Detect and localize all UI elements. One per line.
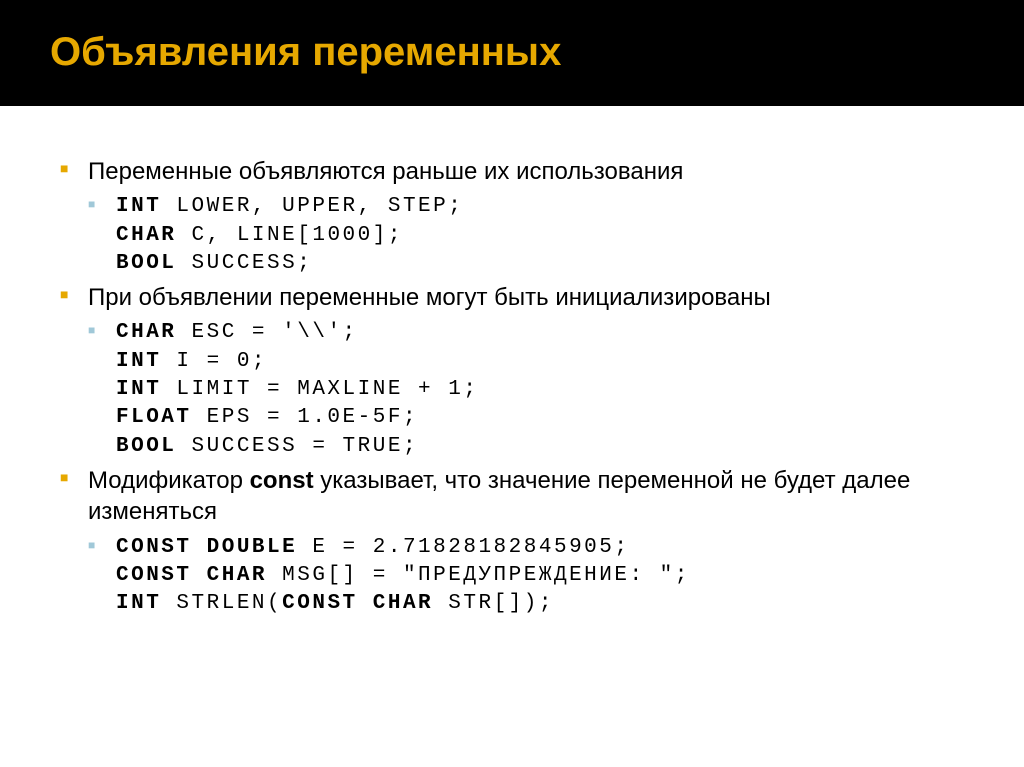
bullet-item: При объявлении переменные могут быть ини…	[60, 282, 964, 461]
bullet-item: Переменные объявляются раньше их использ…	[60, 156, 964, 278]
bullet-item: Модификатор const указывает, что значени…	[60, 465, 964, 618]
sub-list: int lower, upper, step; char c, line[100…	[88, 193, 964, 278]
bullet-text: Переменные объявляются раньше их использ…	[88, 158, 683, 185]
slide-content: Переменные объявляются раньше их использ…	[0, 106, 1024, 643]
code-block: const double e = 2.71828182845905; const…	[88, 534, 964, 619]
sub-list: const double e = 2.71828182845905; const…	[88, 534, 964, 619]
code-block: char esc = '\\'; int i = 0; int limit = …	[88, 319, 964, 461]
slide-header: Объявления переменных	[0, 0, 1024, 104]
sub-list: char esc = '\\'; int i = 0; int limit = …	[88, 319, 964, 461]
bullet-text-bold: const	[250, 467, 314, 494]
presentation-slide: Объявления переменных Переменные объявля…	[0, 0, 1024, 767]
bullet-text: При объявлении переменные могут быть ини…	[88, 284, 771, 311]
bullet-list: Переменные объявляются раньше их использ…	[60, 156, 964, 619]
code-block: int lower, upper, step; char c, line[100…	[88, 193, 964, 278]
bullet-text-pre: Модификатор	[88, 467, 250, 494]
slide-title: Объявления переменных	[50, 30, 974, 75]
